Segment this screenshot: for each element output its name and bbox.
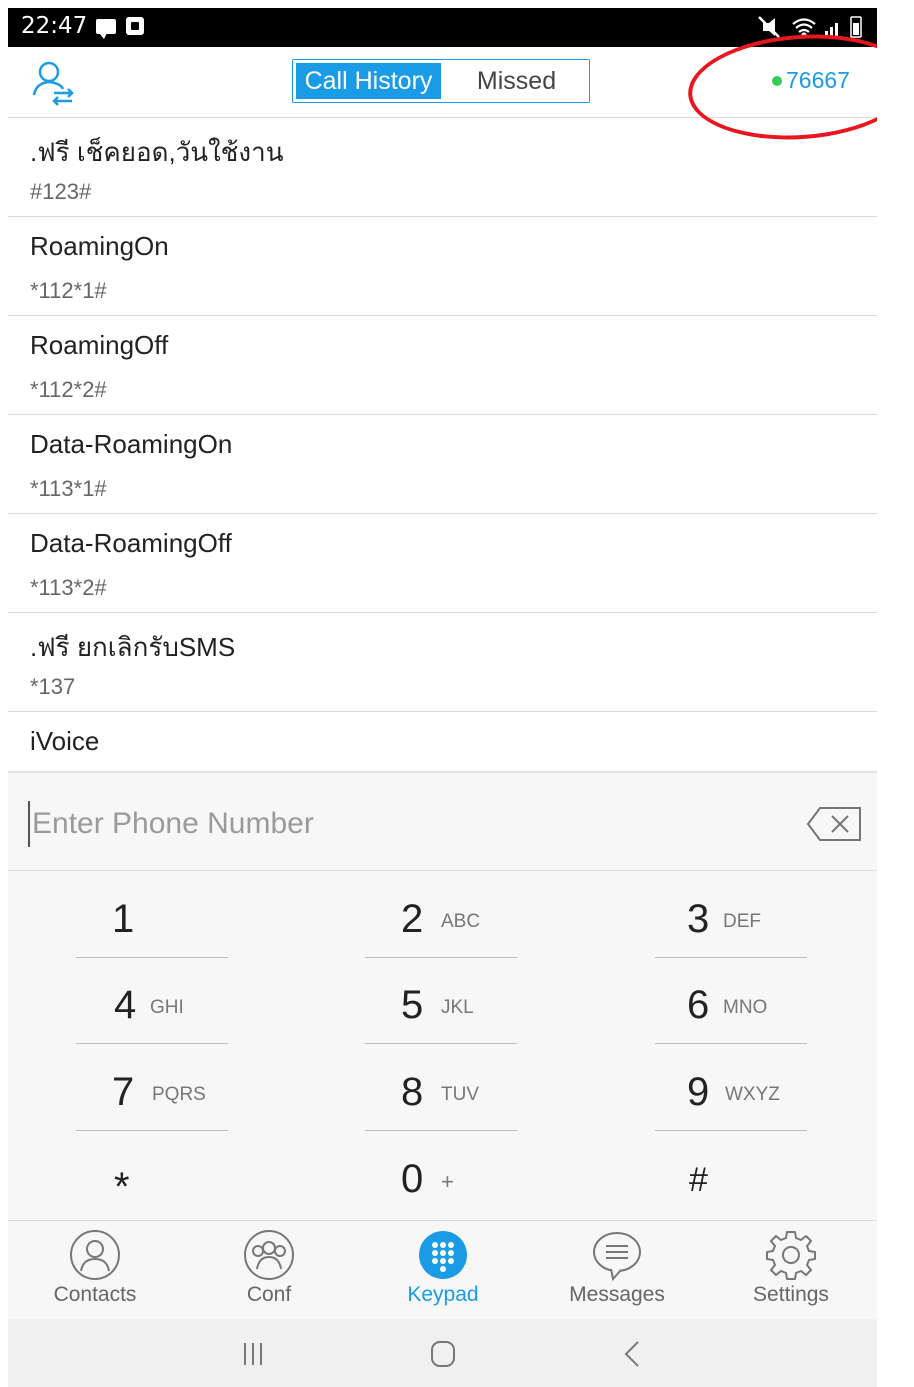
tab-missed[interactable]: Missed — [444, 60, 589, 102]
dial-keypad: 1 2 ABC 3 DEF 4 GHI 5 JKL 6 MNO 7 PQRS 8… — [8, 871, 877, 1221]
list-item[interactable]: .ฟรี ยกเลิกรับSMS *137 — [8, 613, 877, 712]
key-9[interactable]: 9 WXYZ — [655, 1056, 807, 1131]
list-item[interactable]: Data-RoamingOff *113*2# — [8, 514, 877, 613]
key-letters: ABC — [441, 911, 481, 932]
key-digit: 5 — [401, 983, 424, 1027]
system-nav-bar — [8, 1319, 877, 1387]
nav-messages[interactable]: Messages — [530, 1221, 704, 1319]
phone-number-input[interactable] — [28, 801, 774, 847]
key-letters: GHI — [150, 997, 184, 1018]
keypad-icon — [419, 1231, 467, 1279]
nav-label: Keypad — [407, 1283, 479, 1306]
key-digit: 0 — [401, 1157, 424, 1201]
nav-label: Conf — [246, 1283, 292, 1306]
battery-icon — [850, 16, 862, 38]
tab-call-history[interactable]: Call History — [293, 60, 444, 102]
status-bar: 22:47 — [8, 8, 877, 47]
key-letters: TUV — [441, 1084, 479, 1105]
conference-icon — [244, 1230, 294, 1280]
backspace-icon[interactable] — [806, 806, 862, 842]
back-icon[interactable] — [613, 1339, 653, 1369]
key-letters: DEF — [723, 911, 761, 932]
entry-number: *112*2# — [30, 377, 107, 402]
status-time: 22:47 — [21, 13, 88, 39]
history-filter-tabs: Call History Missed — [292, 59, 590, 103]
key-digit: * — [114, 1165, 130, 1209]
key-7[interactable]: 7 PQRS — [76, 1056, 228, 1131]
list-item[interactable]: RoamingOn *112*1# — [8, 217, 877, 316]
nav-keypad[interactable]: Keypad — [356, 1221, 530, 1319]
image-notification-icon — [126, 17, 144, 35]
nav-label: Settings — [753, 1283, 829, 1306]
key-digit: 2 — [401, 897, 424, 941]
nav-conf[interactable]: Conf — [182, 1221, 356, 1319]
key-digit: # — [689, 1161, 708, 1199]
nav-contacts[interactable]: Contacts — [8, 1221, 182, 1319]
entry-number: *112*1# — [30, 278, 107, 303]
key-letters: WXYZ — [725, 1084, 780, 1105]
messages-icon — [593, 1232, 641, 1281]
key-digit: 4 — [114, 983, 137, 1027]
settings-icon — [766, 1231, 816, 1280]
key-6[interactable]: 6 MNO — [655, 969, 807, 1044]
key-8[interactable]: 8 TUV — [365, 1056, 517, 1131]
contacts-icon — [70, 1230, 120, 1280]
key-0[interactable]: 0 + — [365, 1143, 517, 1218]
entry-name: Data-RoamingOn — [30, 429, 233, 459]
key-digit: 9 — [687, 1070, 710, 1114]
key-digit: 7 — [112, 1070, 135, 1114]
message-notification-icon — [96, 19, 116, 39]
call-history-list: .ฟรี เช็คยอด,วันใช้งาน #123# RoamingOn *… — [8, 118, 877, 768]
home-icon[interactable] — [423, 1339, 463, 1369]
key-digit: 6 — [687, 983, 710, 1027]
entry-name: Data-RoamingOff — [30, 528, 232, 558]
key-4[interactable]: 4 GHI — [76, 969, 228, 1044]
key-2[interactable]: 2 ABC — [365, 883, 517, 958]
entry-number: *137 — [30, 674, 76, 699]
bottom-nav: Contacts Conf Keypad Messages Settings — [8, 1221, 877, 1319]
dial-input-area — [8, 771, 877, 871]
key-letters: JKL — [441, 997, 474, 1018]
list-item[interactable]: RoamingOff *112*2# — [8, 316, 877, 415]
entry-name: iVoice — [30, 726, 100, 756]
key-letters: PQRS — [152, 1084, 206, 1105]
key-letters: MNO — [723, 997, 768, 1018]
recent-apps-icon[interactable] — [233, 1339, 273, 1369]
app-window: 22:47 Call History Missed 76667 .ฟรี เช็… — [8, 8, 877, 1387]
key-5[interactable]: 5 JKL — [365, 969, 517, 1044]
key-1[interactable]: 1 — [76, 883, 228, 958]
nav-label: Contacts — [53, 1283, 137, 1306]
key-digit: 8 — [401, 1070, 424, 1114]
nav-label: Messages — [569, 1283, 665, 1306]
entry-name: .ฟรี ยกเลิกรับSMS — [30, 632, 236, 662]
entry-name: .ฟรี เช็คยอด,วันใช้งาน — [30, 137, 284, 167]
key-hash[interactable]: # — [655, 1143, 807, 1218]
list-item[interactable]: iVoice — [8, 712, 877, 768]
nav-settings[interactable]: Settings — [704, 1221, 877, 1319]
key-star[interactable]: * — [76, 1143, 228, 1218]
entry-number: #123# — [30, 179, 92, 204]
key-digit: 1 — [112, 897, 135, 941]
key-3[interactable]: 3 DEF — [655, 883, 807, 958]
entry-name: RoamingOn — [30, 231, 169, 261]
list-item[interactable]: .ฟรี เช็คยอด,วันใช้งาน #123# — [8, 118, 877, 217]
key-digit: 3 — [687, 897, 710, 941]
list-item[interactable]: Data-RoamingOn *113*1# — [8, 415, 877, 514]
mute-icon — [758, 16, 780, 38]
entry-number: *113*1# — [30, 476, 107, 501]
key-letters: + — [441, 1169, 454, 1194]
entry-name: RoamingOff — [30, 330, 169, 360]
switch-account-icon[interactable] — [30, 59, 78, 107]
entry-number: *113*2# — [30, 575, 107, 600]
